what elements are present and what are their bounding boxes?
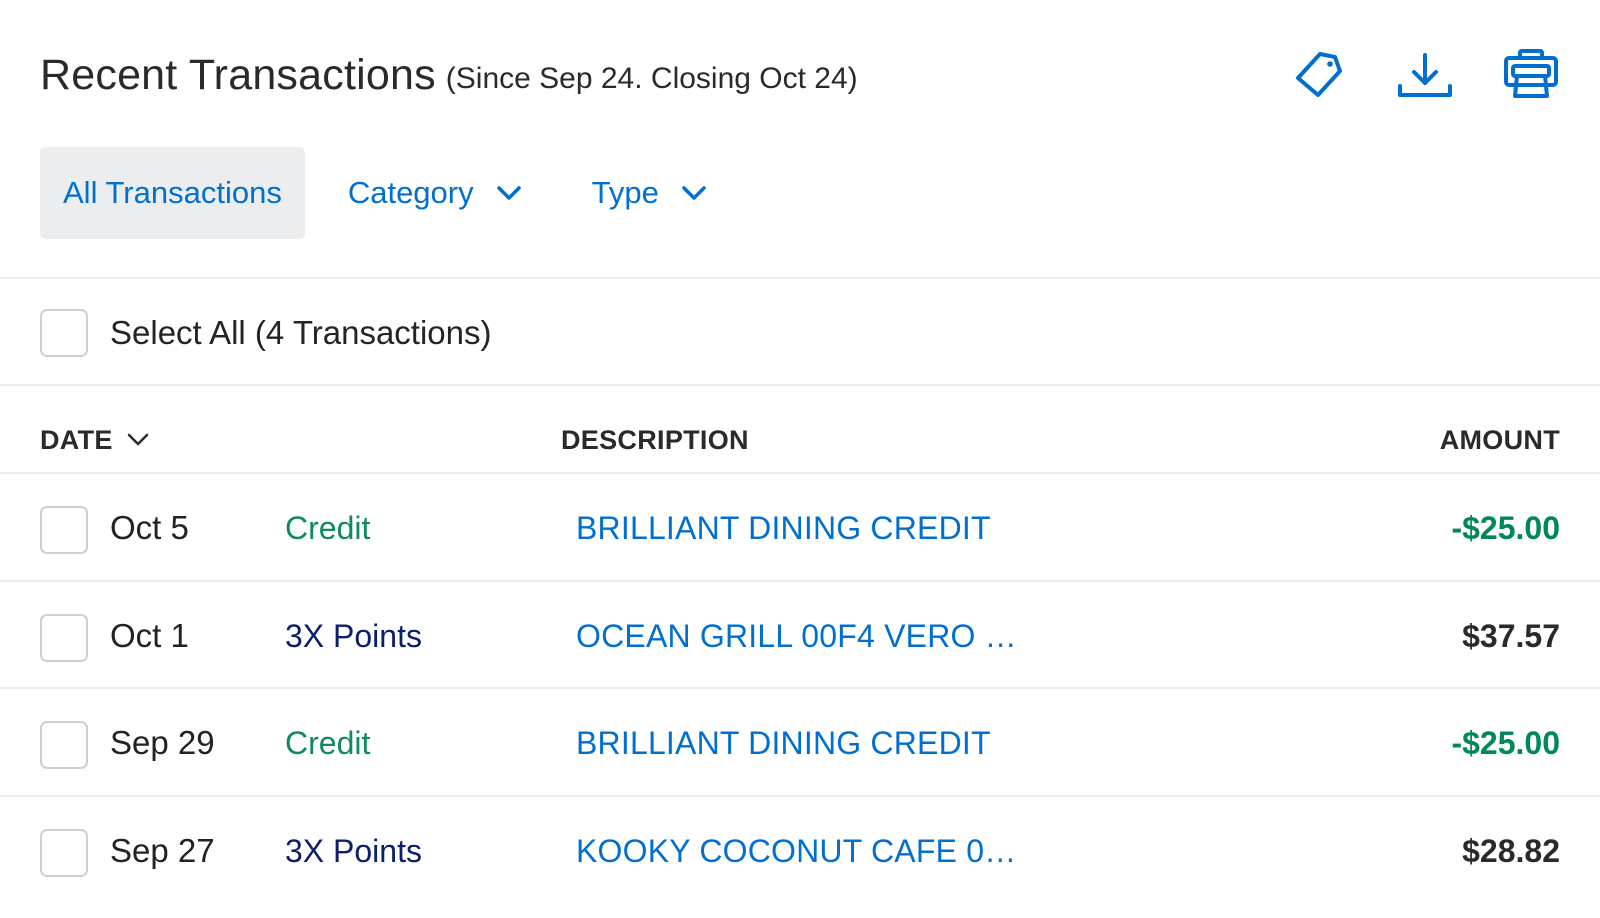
transaction-date: Oct 5: [110, 509, 189, 546]
download-button[interactable]: [1396, 46, 1454, 104]
filter-type-label: Type: [591, 175, 659, 210]
transaction-date: Sep 27: [110, 832, 215, 869]
transaction-description-link[interactable]: BRILLIANT DINING CREDIT: [576, 474, 991, 582]
filter-category-label: Category: [347, 175, 474, 210]
transaction-date: Oct 1: [110, 617, 189, 654]
transaction-type: Credit: [285, 509, 371, 546]
filter-all-label: All Transactions: [63, 175, 282, 210]
chevron-down-icon: [682, 186, 706, 200]
page-title: Recent Transactions: [40, 50, 436, 99]
transaction-description-link[interactable]: OCEAN GRILL 00F4 VERO …: [576, 582, 1017, 690]
transaction-type: Credit: [285, 724, 371, 761]
divider: [0, 277, 1600, 279]
filter-bar: All Transactions Category Type: [40, 147, 707, 239]
transaction-type: 3X Points: [285, 832, 422, 869]
table-header: DATE DESCRIPTION AMOUNT: [40, 400, 1560, 480]
row-checkbox[interactable]: [40, 721, 88, 769]
row-checkbox[interactable]: [40, 614, 88, 662]
transaction-amount: -$25.00: [1451, 724, 1560, 761]
table-row: Sep 29 Credit BRILLIANT DINING CREDIT -$…: [0, 689, 1600, 797]
select-all-label: Select All (4 Transactions): [110, 314, 492, 351]
statement-period: (Since Sep 24. Closing Oct 24): [445, 62, 858, 95]
filter-type-dropdown[interactable]: Type: [592, 147, 707, 239]
filter-all-transactions[interactable]: All Transactions: [40, 147, 305, 239]
page-header: Recent Transactions (Since Sep 24. Closi…: [40, 40, 1560, 110]
tag-icon: [1296, 52, 1342, 97]
divider: [0, 384, 1600, 386]
transaction-type: 3X Points: [285, 617, 422, 654]
table-row: Sep 27 3X Points KOOKY COCONUT CAFE 0… $…: [0, 797, 1600, 905]
column-date-label: DATE: [40, 424, 113, 455]
transaction-amount: -$25.00: [1451, 509, 1560, 546]
transaction-amount: $28.82: [1462, 832, 1560, 869]
column-header-amount: AMOUNT: [1439, 424, 1560, 455]
transaction-description-link[interactable]: BRILLIANT DINING CREDIT: [576, 689, 991, 797]
row-checkbox[interactable]: [40, 829, 88, 877]
sort-chevron-down-icon: [127, 433, 148, 446]
chevron-down-icon: [496, 186, 521, 200]
download-icon: [1398, 53, 1452, 97]
transaction-date: Sep 29: [110, 724, 215, 761]
select-all-checkbox[interactable]: [40, 309, 88, 357]
column-header-description: DESCRIPTION: [561, 424, 749, 455]
print-button[interactable]: [1502, 46, 1560, 104]
print-icon: [1504, 49, 1558, 98]
row-checkbox[interactable]: [40, 506, 88, 554]
transaction-description-link[interactable]: KOOKY COCONUT CAFE 0…: [576, 797, 1016, 905]
table-row: Oct 5 Credit BRILLIANT DINING CREDIT -$2…: [0, 474, 1600, 582]
header-actions: [1290, 40, 1560, 110]
table-row: Oct 1 3X Points OCEAN GRILL 00F4 VERO … …: [0, 582, 1600, 690]
column-header-date[interactable]: DATE: [40, 425, 149, 456]
filter-category-dropdown[interactable]: Category: [348, 147, 522, 239]
transaction-amount: $37.57: [1462, 617, 1560, 654]
select-all-row: Select All (4 Transactions): [40, 309, 492, 357]
tag-button[interactable]: [1290, 46, 1348, 104]
